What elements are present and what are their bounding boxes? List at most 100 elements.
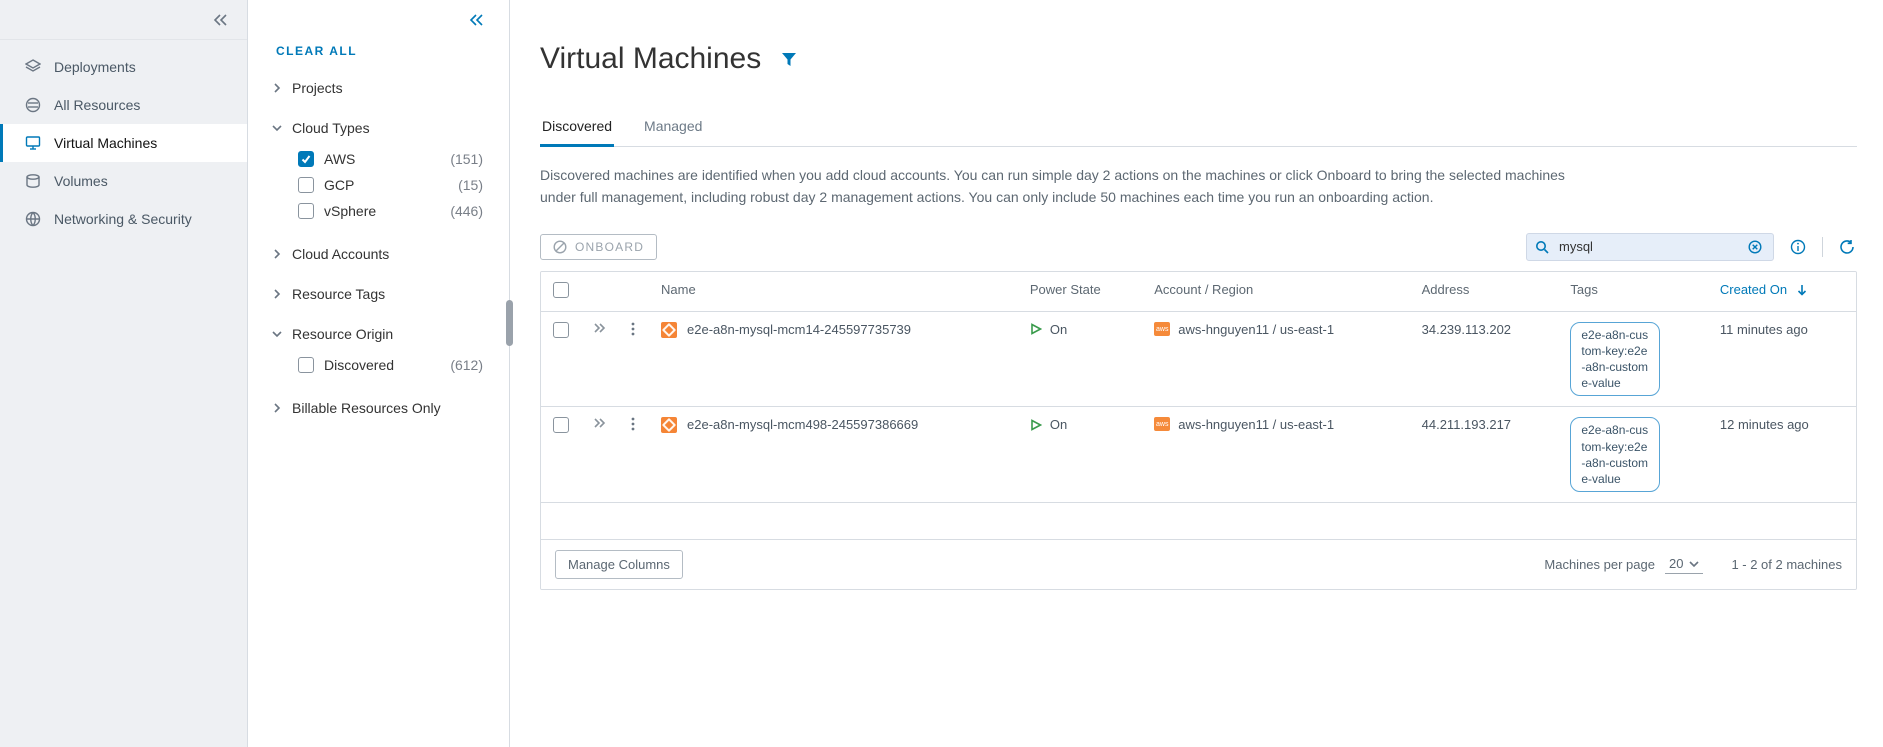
tag-chip[interactable]: e2e-a8n-custom-key:e2e-a8n-custome-value: [1570, 417, 1660, 492]
nav-item-volumes[interactable]: Volumes: [0, 162, 247, 200]
checkbox-icon: [298, 203, 314, 219]
checkbox-icon: [298, 357, 314, 373]
onboard-button[interactable]: ONBOARD: [540, 234, 657, 260]
filter-option-discovered[interactable]: Discovered (612): [298, 352, 483, 378]
col-tags[interactable]: Tags: [1558, 272, 1708, 312]
filter-option-label: vSphere: [324, 203, 376, 219]
filter-group-label: Cloud Types: [292, 120, 370, 136]
filter-option-count: (612): [450, 357, 483, 373]
chevron-right-icon: [272, 403, 282, 413]
volumes-icon: [24, 172, 42, 190]
filter-option-count: (151): [450, 151, 483, 167]
machine-name[interactable]: e2e-a8n-mysql-mcm498-245597386669: [687, 417, 918, 432]
tabs: Discovered Managed: [540, 110, 1857, 147]
nav-item-all-resources[interactable]: All Resources: [0, 86, 247, 124]
filters-collapse-button[interactable]: [467, 10, 487, 30]
col-created-on[interactable]: Created On: [1708, 272, 1856, 312]
nav-item-deployments[interactable]: Deployments: [0, 48, 247, 86]
filter-group-resource-tags[interactable]: Resource Tags: [264, 276, 491, 312]
filter-option-gcp[interactable]: GCP (15): [298, 172, 483, 198]
filter-option-count: (15): [458, 177, 483, 193]
tab-discovered[interactable]: Discovered: [540, 110, 614, 147]
col-name[interactable]: Name: [649, 272, 1018, 312]
all-resources-icon: [24, 96, 42, 114]
clear-search-button[interactable]: [1745, 237, 1765, 257]
networking-icon: [24, 210, 42, 228]
tab-managed[interactable]: Managed: [642, 110, 704, 147]
filter-option-aws[interactable]: AWS (151): [298, 146, 483, 172]
machines-table: Name Power State Account / Region Addres…: [540, 271, 1857, 590]
filter-funnel-button[interactable]: [779, 49, 799, 69]
filter-group-label: Resource Tags: [292, 286, 385, 302]
filter-group-cloud-accounts[interactable]: Cloud Accounts: [264, 236, 491, 272]
tag-chip[interactable]: e2e-a8n-custom-key:e2e-a8n-custome-value: [1570, 322, 1660, 397]
address-value: 44.211.193.217: [1410, 407, 1559, 503]
play-icon: [1030, 419, 1042, 431]
toolbar: ONBOARD: [540, 233, 1857, 261]
search-icon: [1535, 240, 1549, 254]
row-actions-menu[interactable]: [631, 417, 637, 431]
row-checkbox[interactable]: [553, 322, 569, 338]
nav-collapse-button[interactable]: [0, 0, 247, 40]
deployments-icon: [24, 58, 42, 76]
chevron-down-icon: [272, 124, 282, 132]
chevron-down-icon: [272, 330, 282, 338]
divider: [1822, 237, 1823, 257]
refresh-icon: [1839, 239, 1855, 255]
expand-row-button[interactable]: [593, 322, 607, 334]
table-row: e2e-a8n-mysql-mcm498-245597386669 On aws…: [541, 407, 1856, 503]
filter-group-label: Projects: [292, 80, 343, 96]
filter-option-count: (446): [450, 203, 483, 219]
select-all-checkbox[interactable]: [553, 282, 569, 298]
table-footer: Manage Columns Machines per page 20 1 - …: [541, 539, 1856, 589]
nav-label: Networking & Security: [54, 211, 192, 227]
info-button[interactable]: [1788, 237, 1808, 257]
expand-row-button[interactable]: [593, 417, 607, 429]
per-page-label: Machines per page: [1544, 557, 1655, 572]
row-actions-menu[interactable]: [631, 322, 637, 336]
col-power-state[interactable]: Power State: [1018, 272, 1142, 312]
virtual-machines-icon: [24, 134, 42, 152]
filter-panel: CLEAR ALL Projects Cloud Types: [248, 0, 510, 747]
nav-item-virtual-machines[interactable]: Virtual Machines: [0, 124, 247, 162]
filter-group-billable[interactable]: Billable Resources Only: [264, 390, 491, 426]
col-created-label: Created On: [1720, 282, 1787, 297]
aws-compute-icon: [661, 417, 677, 433]
info-icon: [1790, 239, 1806, 255]
aws-logo-icon: aws: [1154, 322, 1170, 336]
close-circle-icon: [1748, 240, 1762, 254]
filter-group-projects[interactable]: Projects: [264, 70, 491, 106]
row-checkbox[interactable]: [553, 417, 569, 433]
scrollbar-thumb[interactable]: [506, 300, 513, 346]
nav-label: All Resources: [54, 97, 140, 113]
pagination-range: 1 - 2 of 2 machines: [1731, 557, 1842, 572]
filter-group-label: Billable Resources Only: [292, 400, 441, 416]
filter-option-label: Discovered: [324, 357, 394, 373]
onboard-label: ONBOARD: [575, 240, 644, 254]
page-description: Discovered machines are identified when …: [540, 165, 1600, 208]
account-region-value: aws-hnguyen11 / us-east-1: [1178, 417, 1334, 432]
col-address[interactable]: Address: [1410, 272, 1559, 312]
no-entry-icon: [553, 240, 567, 254]
filter-group-cloud-types[interactable]: Cloud Types: [264, 110, 491, 146]
aws-logo-icon: aws: [1154, 417, 1170, 431]
refresh-button[interactable]: [1837, 237, 1857, 257]
nav-item-networking-security[interactable]: Networking & Security: [0, 200, 247, 238]
primary-nav: Deployments All Resources Virtual Machin…: [0, 0, 248, 747]
filter-option-label: GCP: [324, 177, 354, 193]
power-state-value: On: [1050, 417, 1067, 432]
checkbox-icon: [298, 151, 314, 167]
search-input[interactable]: [1557, 238, 1737, 255]
col-account-region[interactable]: Account / Region: [1142, 272, 1409, 312]
filter-group-resource-origin[interactable]: Resource Origin: [264, 316, 491, 352]
filter-option-vsphere[interactable]: vSphere (446): [298, 198, 483, 224]
machine-name[interactable]: e2e-a8n-mysql-mcm14-245597735739: [687, 322, 911, 337]
per-page-select[interactable]: 20: [1665, 554, 1703, 574]
chevron-right-icon: [272, 249, 282, 259]
manage-columns-button[interactable]: Manage Columns: [555, 550, 683, 579]
clear-all-filters[interactable]: CLEAR ALL: [248, 40, 491, 68]
search-box[interactable]: [1526, 233, 1774, 261]
checkbox-icon: [298, 177, 314, 193]
table-row: e2e-a8n-mysql-mcm14-245597735739 On awsa…: [541, 311, 1856, 407]
filter-option-label: AWS: [324, 151, 355, 167]
